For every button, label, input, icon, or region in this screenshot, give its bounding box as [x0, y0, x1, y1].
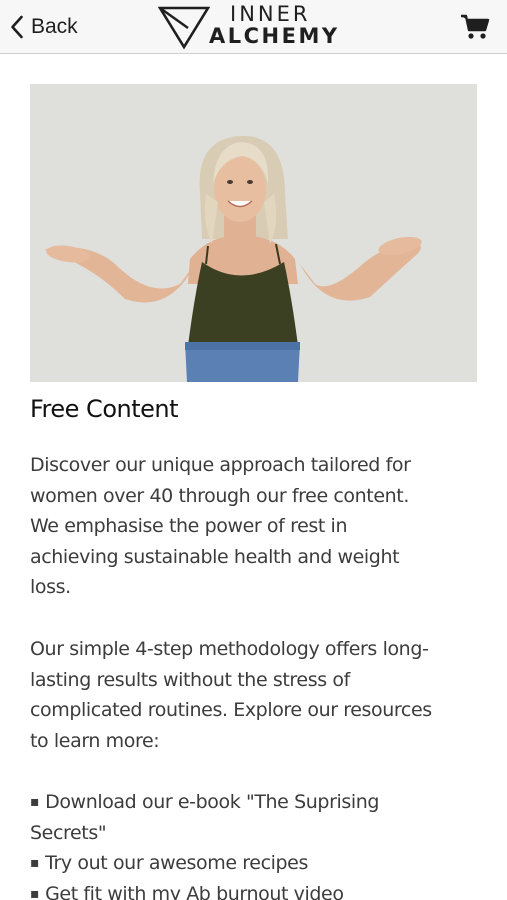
list-item-text: Download our e-book "The Suprising [45, 791, 380, 813]
list-item[interactable]: ▪ Download our e-book "The Suprising Secr… [30, 787, 485, 848]
list-item-text: Secrets" [30, 821, 107, 844]
intro-line: women over 40 through our free content. [30, 484, 409, 507]
bullet-icon: ▪ [30, 855, 40, 872]
cart-icon[interactable] [460, 13, 490, 46]
list-item[interactable]: ▪ Get fit with my Ab burnout video [30, 879, 485, 900]
logo-text-alchemy: ALCHEMY [209, 24, 340, 48]
methodology-line: lasting results without the stress of [30, 668, 350, 691]
methodology-line: complicated routines. Explore our resour… [30, 699, 432, 722]
intro-line: Discover our unique approach tailored fo… [30, 454, 411, 476]
top-navbar: Back INNER ALCHEMY [0, 0, 507, 54]
methodology-line: to learn more: [30, 729, 160, 752]
intro-line: loss. [30, 576, 71, 599]
bullet-icon: ▪ [30, 885, 40, 900]
list-item-text: Try out our awesome recipes [45, 852, 308, 875]
resource-list: ▪ Download our e-book "The Suprising Secr… [30, 787, 485, 900]
methodology-paragraph: Our simple 4-step methodology offers lon… [30, 634, 485, 756]
inner-alchemy-logo: INNER ALCHEMY [157, 2, 353, 51]
hero-photo [30, 84, 477, 382]
triangle-logo-icon [157, 4, 211, 55]
bullet-icon: ▪ [30, 794, 40, 810]
back-button[interactable]: Back [10, 12, 78, 42]
list-item[interactable]: ▪ Try out our awesome recipes [30, 848, 485, 879]
intro-line: achieving sustainable health and weight [30, 545, 400, 568]
methodology-line: Our simple 4-step methodology offers lon… [30, 638, 429, 660]
logo-text-inner: INNER [230, 2, 311, 26]
intro-paragraph: Discover our unique approach tailored fo… [30, 450, 485, 603]
list-item-text: Get fit with my Ab burnout video [45, 882, 344, 900]
intro-line: We emphasise the power of rest in [30, 515, 348, 538]
back-label: Back [31, 15, 78, 38]
page-title: Free Content [30, 395, 179, 423]
chevron-left-icon [10, 15, 24, 39]
